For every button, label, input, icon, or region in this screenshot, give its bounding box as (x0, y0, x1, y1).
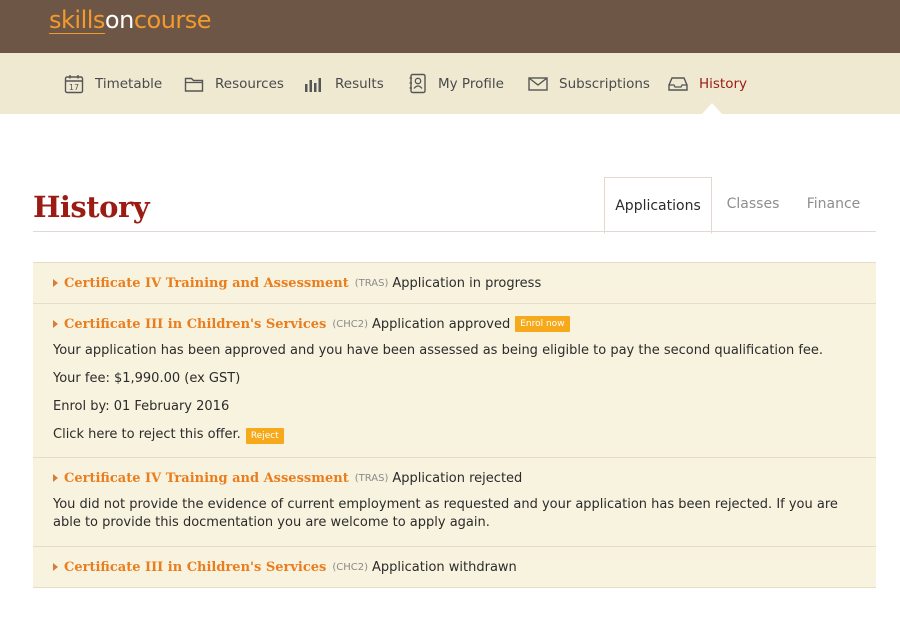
brand-logo[interactable]: skillsoncourse (49, 6, 212, 34)
application-header[interactable]: Certificate IV Training and Assessment (… (53, 458, 856, 498)
application-status: Application in progress (392, 275, 542, 291)
nav-item-subscriptions[interactable]: Subscriptions (528, 53, 650, 114)
list-item: Certificate IV Training and Assessment (… (33, 458, 876, 547)
course-code: (TRAS) (354, 277, 389, 289)
active-nav-indicator (702, 103, 722, 114)
brand-logo-part1: skills (49, 6, 105, 34)
nav-label-subscriptions: Subscriptions (559, 75, 650, 92)
application-header[interactable]: Certificate III in Children's Services (… (53, 547, 856, 587)
calendar-icon: 17 (64, 74, 84, 94)
expand-triangle-icon[interactable] (53, 473, 58, 482)
reject-text: Click here to reject this offer. (53, 427, 241, 442)
enrol-by-text: Enrol by: 01 February 2016 (53, 399, 230, 414)
nav-item-results[interactable]: Results (304, 53, 384, 114)
application-status: Application rejected (392, 470, 523, 486)
nav-item-resources[interactable]: Resources (184, 53, 284, 114)
course-link[interactable]: Certificate III in Children's Services (64, 560, 326, 575)
bar-chart-icon (304, 75, 324, 93)
list-item: Certificate IV Training and Assessment (… (33, 263, 876, 304)
application-status: Application withdrawn (372, 559, 517, 575)
nav-item-timetable[interactable]: 17 Timetable (64, 53, 162, 114)
envelope-icon (528, 76, 548, 92)
main-nav: 17 Timetable Resources Results My Profil… (0, 53, 900, 114)
nav-label-history: History (699, 75, 748, 92)
reject-button[interactable]: Reject (245, 428, 284, 444)
brand-logo-part2: on (104, 6, 134, 34)
expand-triangle-icon[interactable] (53, 319, 58, 328)
top-bar: skillsoncourse (0, 0, 900, 53)
nav-label-results: Results (335, 75, 384, 92)
tab-divider (33, 231, 876, 232)
tab-classes[interactable]: Classes (714, 177, 792, 231)
application-header[interactable]: Certificate III in Children's Services (… (53, 304, 856, 344)
application-details: Your application has been approved and y… (53, 342, 856, 444)
detail-text: You did not provide the evidence of curr… (53, 497, 838, 530)
detail-text: Your application has been approved and y… (53, 343, 824, 358)
svg-text:17: 17 (69, 83, 79, 92)
inbox-tray-icon (668, 76, 688, 92)
course-code: (CHC2) (332, 318, 369, 330)
course-code: (CHC2) (332, 561, 369, 573)
nav-label-my-profile: My Profile (438, 75, 504, 92)
expand-triangle-icon[interactable] (53, 562, 58, 571)
tab-applications[interactable]: Applications (604, 177, 712, 234)
course-code: (TRAS) (354, 472, 389, 484)
course-link[interactable]: Certificate IV Training and Assessment (64, 276, 349, 291)
fee-text: Your fee: $1,990.00 (ex GST) (53, 371, 241, 386)
application-header[interactable]: Certificate IV Training and Assessment (… (53, 263, 856, 303)
enrol-now-button[interactable]: Enrol now (515, 316, 570, 332)
expand-triangle-icon[interactable] (53, 278, 58, 287)
nav-label-timetable: Timetable (95, 75, 163, 92)
nav-label-resources: Resources (215, 75, 284, 92)
applications-list: Certificate IV Training and Assessment (… (33, 262, 876, 588)
brand-logo-part3: course (133, 6, 212, 34)
course-link[interactable]: Certificate IV Training and Assessment (64, 471, 349, 486)
application-details: You did not provide the evidence of curr… (53, 496, 856, 532)
page-title: History (33, 190, 150, 224)
application-status: Application approved (372, 316, 511, 332)
course-link[interactable]: Certificate III in Children's Services (64, 317, 326, 332)
reject-row: Click here to reject this offer. Reject (53, 426, 856, 444)
nav-item-my-profile[interactable]: My Profile (409, 53, 504, 114)
profile-icon (409, 73, 427, 94)
tab-finance[interactable]: Finance (795, 177, 872, 231)
folder-icon (184, 75, 204, 93)
list-item: Certificate III in Children's Services (… (33, 304, 876, 458)
list-item: Certificate III in Children's Services (… (33, 547, 876, 587)
